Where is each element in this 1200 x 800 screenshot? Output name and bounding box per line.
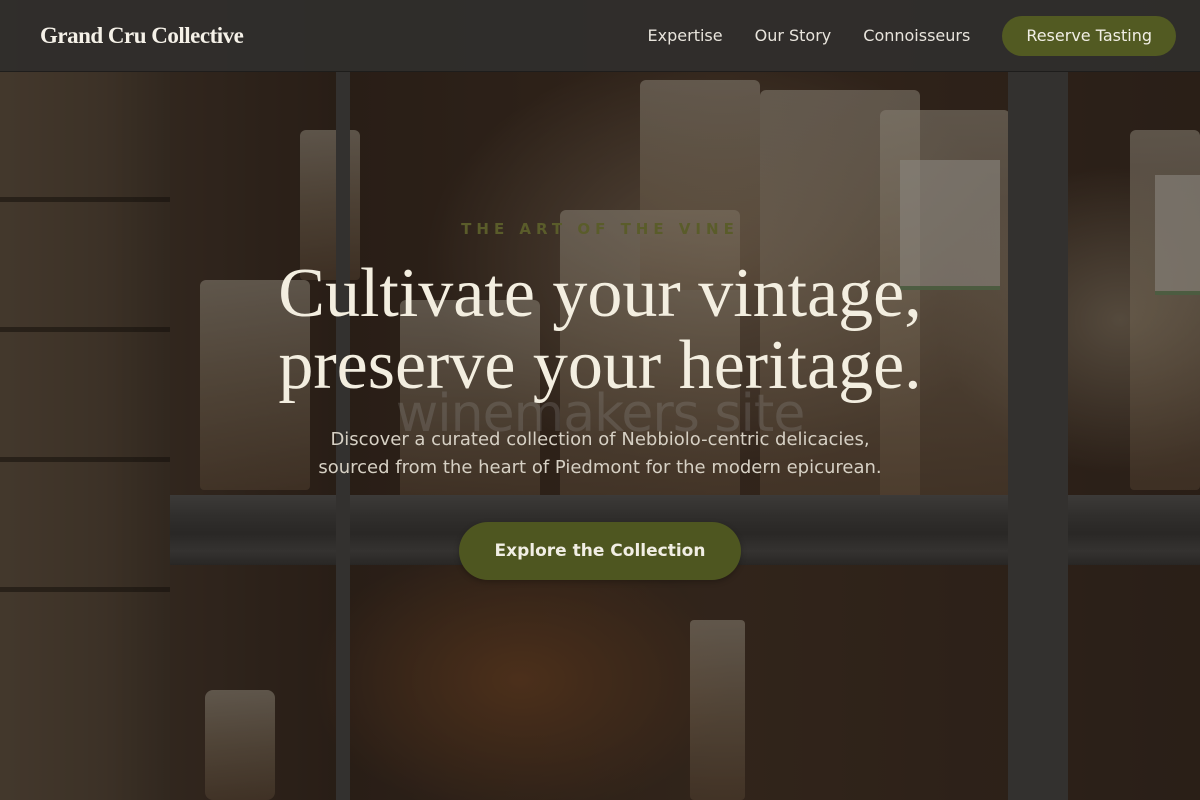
hero-headline-line1: Cultivate your vintage, [278,255,922,332]
explore-collection-button[interactable]: Explore the Collection [459,522,741,580]
hero-eyebrow: THE ART OF THE VINE [461,220,739,238]
nav-link-our-story[interactable]: Our Story [755,26,832,45]
reserve-tasting-button[interactable]: Reserve Tasting [1002,15,1176,56]
hero-headline: Cultivate your vintage, preserve your he… [100,258,1100,402]
brand-logo[interactable]: Grand Cru Collective [40,23,244,49]
hero-section: THE ART OF THE VINE Cultivate your vinta… [0,72,1200,800]
nav-link-expertise[interactable]: Expertise [648,26,723,45]
main-nav: Expertise Our Story Connoisseurs Reserve… [648,15,1176,56]
nav-link-connoisseurs[interactable]: Connoisseurs [863,26,970,45]
hero-subtext-line2: sourced from the heart of Piedmont for t… [318,457,882,478]
site-header: Grand Cru Collective Expertise Our Story… [0,0,1200,72]
hero-subtext: Discover a curated collection of Nebbiol… [250,426,950,482]
hero-subtext-line1: Discover a curated collection of Nebbiol… [330,429,870,450]
